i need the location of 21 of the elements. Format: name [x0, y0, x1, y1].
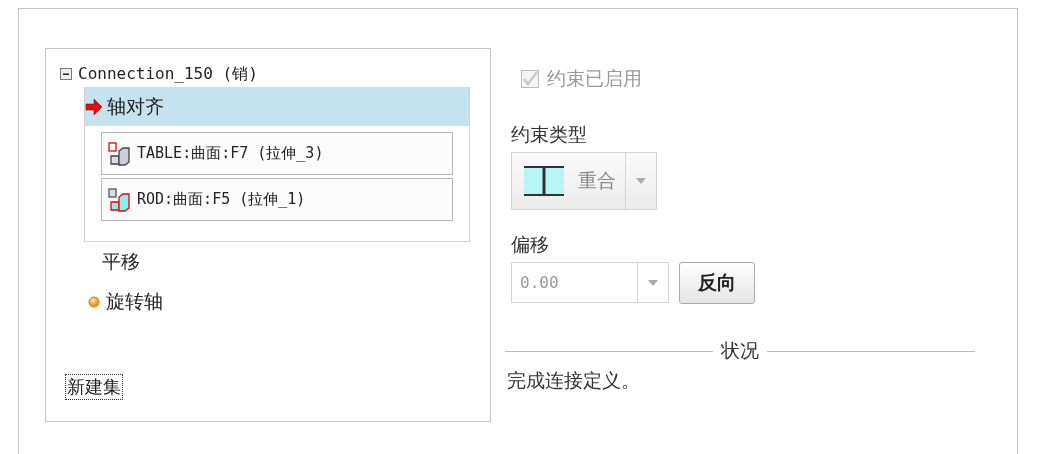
tree-item[interactable]: 轴对齐 [85, 87, 469, 126]
field-label: 偏移 [511, 232, 550, 257]
new-set-link[interactable]: 新建集 [66, 375, 122, 399]
connection-name[interactable]: Connection_150 (销) [78, 63, 258, 85]
arrow-icon [85, 97, 103, 116]
caret-icon [648, 279, 658, 286]
tree-item[interactable]: 旋转轴 [84, 282, 470, 322]
part-icon [108, 141, 131, 166]
coincident-icon [524, 166, 564, 196]
dot-icon [88, 296, 100, 308]
section-title: 状况 [721, 338, 759, 363]
reference-item[interactable]: TABLE:曲面:F7 (拉伸_3) [101, 132, 453, 175]
collapse-icon[interactable] [60, 68, 72, 80]
field-label: 约束类型 [511, 122, 588, 147]
checkbox-label: 约束已启用 [547, 66, 642, 91]
reference-item[interactable]: ROD:曲面:F5 (拉伸_1) [101, 178, 453, 221]
part-icon [108, 187, 131, 212]
flip-button[interactable]: 反向 [679, 262, 755, 304]
tree-item[interactable]: 平移 [84, 242, 470, 282]
status-message: 完成连接定义。 [507, 368, 641, 393]
caret-icon [636, 178, 646, 184]
